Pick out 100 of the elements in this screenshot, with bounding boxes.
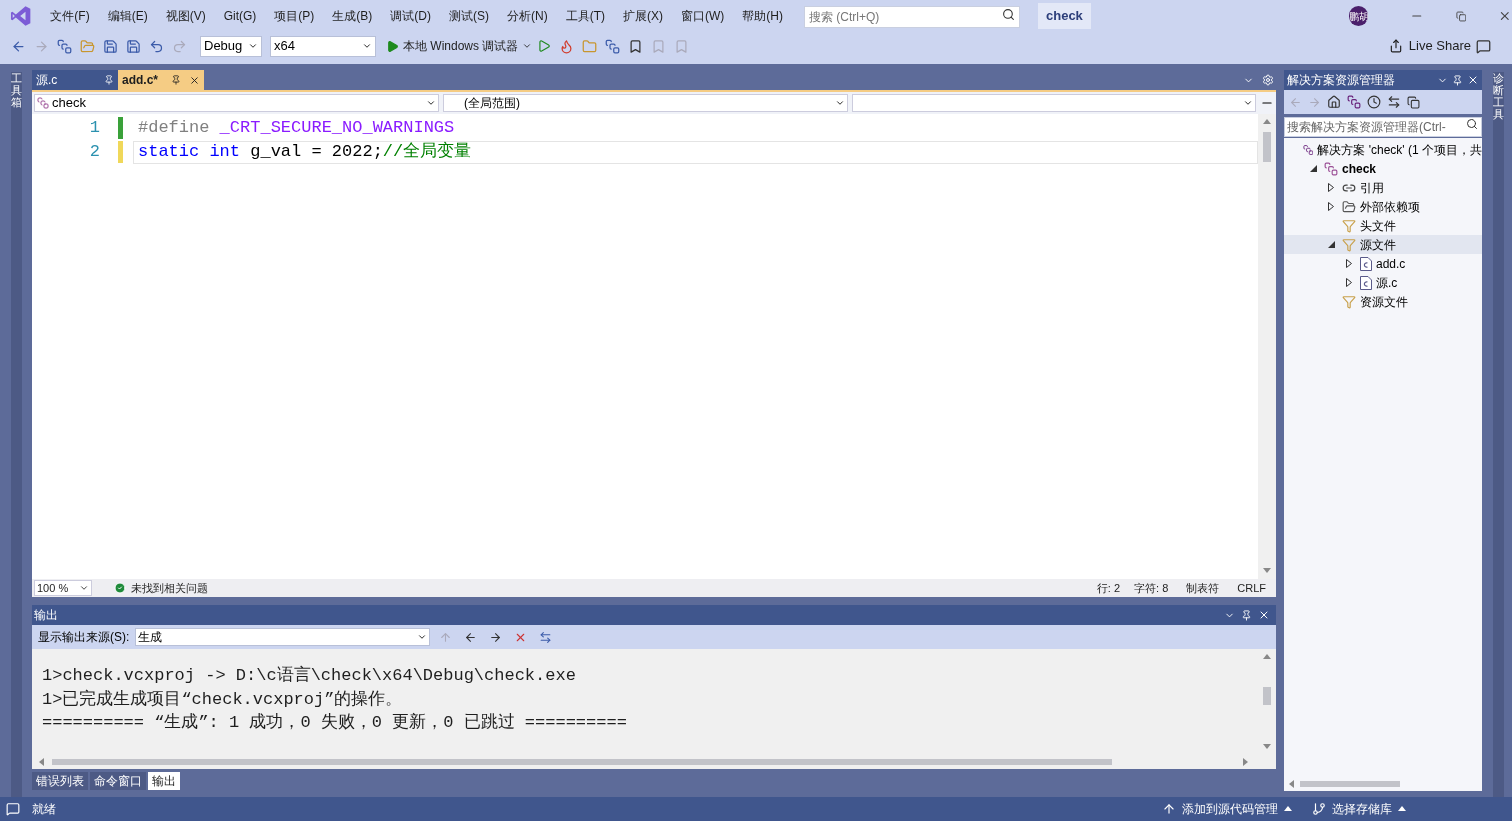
- menu-item[interactable]: 扩展(X): [614, 7, 672, 25]
- panel-tab[interactable]: 命令窗口: [90, 772, 146, 790]
- file-icon: [1360, 275, 1372, 290]
- status-text: 就绪: [32, 801, 56, 818]
- collapse-icon[interactable]: [1327, 241, 1335, 248]
- project-icon: [1324, 161, 1338, 176]
- panel-tab[interactable]: 输出: [148, 772, 180, 790]
- expand-icon[interactable]: [1328, 202, 1334, 211]
- pin-icon[interactable]: [104, 75, 114, 85]
- tree-item[interactable]: add.c: [1284, 254, 1482, 273]
- tree-item-label: 引用: [1360, 179, 1384, 197]
- line-ending-indicator[interactable]: CRLF: [1237, 579, 1266, 597]
- scroll-thumb[interactable]: [1263, 132, 1271, 162]
- scope-dropdown[interactable]: (全局范围): [443, 94, 848, 112]
- menu-item[interactable]: 生成(B): [323, 7, 382, 25]
- menu-item[interactable]: 视图(V): [156, 7, 215, 25]
- notification-icon[interactable]: [6, 802, 20, 816]
- caret-icon: [79, 583, 89, 593]
- line-indicator[interactable]: 行: 2: [1096, 579, 1121, 597]
- menu-item[interactable]: 编辑(E): [98, 7, 157, 25]
- tree-item[interactable]: 引用: [1284, 178, 1482, 197]
- diagnostic-tools-tab[interactable]: 诊断工具: [1492, 72, 1504, 797]
- indent-indicator[interactable]: 制表符: [1186, 579, 1220, 597]
- pin-icon[interactable]: [171, 75, 181, 85]
- scroll-left-icon[interactable]: [1288, 780, 1296, 788]
- caret-icon: [417, 632, 428, 642]
- expand-icon[interactable]: [1328, 183, 1334, 192]
- play-icon: [386, 39, 399, 53]
- output-source-dropdown[interactable]: 生成: [135, 628, 431, 646]
- scroll-thumb[interactable]: [1263, 687, 1271, 705]
- project-dropdown[interactable]: check: [34, 94, 439, 112]
- tree-item-label: 资源文件: [1360, 293, 1408, 311]
- expand-icon[interactable]: [1346, 278, 1352, 287]
- menu-item[interactable]: 分析(N): [498, 7, 557, 25]
- pin-icon[interactable]: [1452, 74, 1463, 86]
- tree-item[interactable]: 源文件: [1284, 235, 1482, 254]
- solution-search-field[interactable]: 搜索解决方案资源管理器(Ctrl-: [1284, 117, 1482, 137]
- tree-item[interactable]: 解决方案 'check' (1 个项目，共: [1284, 140, 1482, 159]
- search-field[interactable]: 搜索 (Ctrl+Q): [804, 6, 1020, 28]
- close-icon[interactable]: [1258, 609, 1270, 621]
- search-icon: [1002, 8, 1015, 21]
- toolbox-tab[interactable]: 工具箱: [10, 72, 22, 797]
- scroll-up-icon[interactable]: [1263, 118, 1271, 126]
- menu-item[interactable]: 窗口(W): [672, 7, 734, 25]
- platform-dropdown[interactable]: x64: [270, 35, 376, 57]
- app-logo-icon: [10, 5, 32, 27]
- caret-icon: [835, 98, 845, 108]
- folder-icon: [1342, 199, 1356, 214]
- line-number: 1: [88, 117, 100, 140]
- output-line: 1>已完成生成项目“check.vcxproj”的操作。: [42, 688, 404, 710]
- search-icon: [1466, 118, 1478, 130]
- document-tab[interactable]: 源.c: [32, 70, 118, 90]
- branch-icon: [1312, 802, 1326, 816]
- scroll-right-icon[interactable]: [1242, 758, 1250, 766]
- tree-item-label: 头文件: [1360, 217, 1396, 235]
- caret-icon[interactable]: [1398, 805, 1406, 813]
- zoom-dropdown[interactable]: 100 %: [34, 580, 92, 596]
- line-number: 2: [88, 141, 100, 164]
- tree-item-label: check: [1342, 160, 1377, 178]
- scroll-left-icon[interactable]: [38, 758, 46, 766]
- close-tab-icon[interactable]: [189, 74, 200, 86]
- tree-item[interactable]: 外部依赖项: [1284, 197, 1482, 216]
- output-title: 输出: [34, 607, 58, 624]
- column-indicator[interactable]: 字符: 8: [1134, 579, 1169, 597]
- restore-icon[interactable]: [1455, 10, 1467, 22]
- document-tab[interactable]: add.c*: [118, 70, 204, 90]
- output-source-label: 显示输出来源(S):: [38, 629, 130, 646]
- tree-item[interactable]: 头文件: [1284, 216, 1482, 235]
- source-control-button[interactable]: 添加到源代码管理: [1162, 800, 1292, 818]
- tree-item[interactable]: 源.c: [1284, 273, 1482, 292]
- menu-item[interactable]: 工具(T): [556, 7, 614, 25]
- collapse-icon[interactable]: [1309, 165, 1317, 172]
- menu-item[interactable]: 项目(P): [265, 7, 324, 25]
- repository-button[interactable]: 选择存储库: [1312, 800, 1406, 818]
- tree-item-label: add.c: [1376, 255, 1406, 273]
- pin-icon[interactable]: [1241, 609, 1252, 621]
- tree-item[interactable]: check: [1284, 159, 1482, 178]
- scroll-down-icon[interactable]: [1263, 567, 1271, 575]
- caret-icon[interactable]: [1284, 805, 1292, 813]
- settings-icon[interactable]: [1262, 74, 1274, 86]
- menu-item[interactable]: 帮助(H): [733, 7, 792, 25]
- menu-item[interactable]: 测试(S): [440, 7, 498, 25]
- expand-icon[interactable]: [1346, 259, 1352, 268]
- close-icon[interactable]: [1498, 9, 1512, 23]
- menu-item[interactable]: 调试(D): [381, 7, 440, 25]
- vertical-scrollbar[interactable]: [1258, 114, 1276, 579]
- live-share-button[interactable]: Live Share: [1388, 36, 1471, 56]
- scroll-down-icon[interactable]: [1263, 743, 1271, 751]
- tree-item[interactable]: 资源文件: [1284, 292, 1482, 311]
- configuration-dropdown[interactable]: Debug: [200, 35, 262, 57]
- panel-tab[interactable]: 错误列表: [32, 772, 88, 790]
- issues-status[interactable]: 未找到相关问题: [131, 579, 208, 597]
- menu-item[interactable]: 文件(F): [41, 7, 99, 25]
- menu-item[interactable]: Git(G): [214, 7, 266, 25]
- user-avatar[interactable]: 鹏胡: [1348, 6, 1369, 26]
- solution-icon: [1302, 142, 1314, 157]
- run-button[interactable]: 本地 Windows 调试器: [386, 37, 533, 55]
- close-icon[interactable]: [1467, 74, 1479, 86]
- scroll-up-icon[interactable]: [1263, 653, 1271, 661]
- tree-item-label: 源.c: [1376, 274, 1398, 292]
